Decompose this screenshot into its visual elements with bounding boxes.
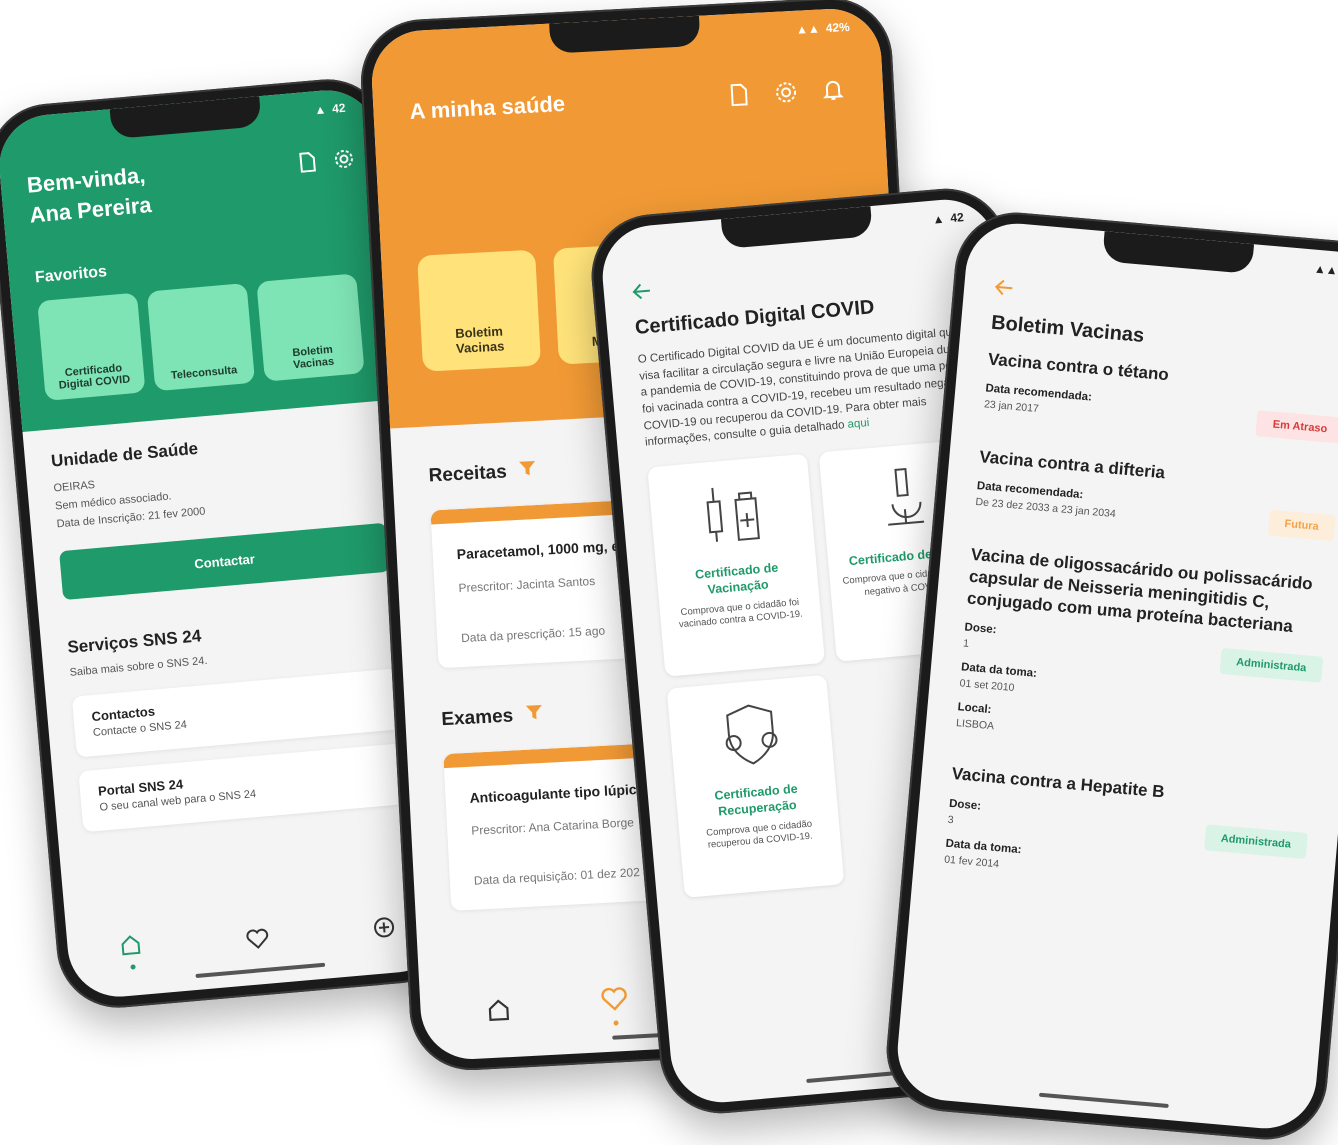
battery-label: 42 xyxy=(331,100,347,116)
status-bar: ▲ 42 xyxy=(932,210,964,227)
favorites-list: Certificado Digital COVID Teleconsulta B… xyxy=(37,273,372,402)
status-badge: Administrada xyxy=(1219,648,1324,684)
syringe-vial-icon xyxy=(699,487,770,555)
vaccination-certificate-card[interactable]: Certificado de Vacinação Comprova que o … xyxy=(647,453,825,677)
vaccine-screen: ▲▲42 Boletim Vacinas Vacina contra o tét… xyxy=(893,219,1338,1133)
contact-button[interactable]: Contactar xyxy=(59,523,391,601)
field-value: 3 xyxy=(947,813,955,826)
cert-desc: Comprova que o cidadão foi vacinado cont… xyxy=(678,596,804,631)
filter-icon[interactable] xyxy=(525,703,544,728)
contacts-card[interactable]: Contactos Contacte o SNS 24 xyxy=(71,667,404,758)
signal-icon: ▲ xyxy=(931,211,945,227)
nav-home[interactable] xyxy=(119,933,144,971)
battery-label: 42% xyxy=(825,19,851,36)
vaccine-item[interactable]: Vacina de oligossacárido ou polissacárid… xyxy=(956,544,1331,761)
bottom-nav xyxy=(67,906,449,975)
field-label: Data da toma: xyxy=(945,837,1022,856)
nav-heart[interactable] xyxy=(600,985,630,1026)
field-value: 1 xyxy=(962,637,970,651)
guide-link[interactable]: aqui xyxy=(847,417,870,431)
bell-icon[interactable] xyxy=(822,78,844,106)
vaccine-content: Boletim Vacinas Vacina contra o tétano D… xyxy=(914,219,1338,899)
field-value: LISBOA xyxy=(955,717,995,733)
home-header: Bem-vinda, Ana Pereira Favoritos Certific… xyxy=(0,86,402,433)
cert-name: Certificado de Vacinação xyxy=(694,560,779,597)
shield-virus-icon xyxy=(713,704,794,777)
phone-vaccine-bulletin: ▲▲42 Boletim Vacinas Vacina contra o tét… xyxy=(881,207,1338,1145)
status-badge: Em Atraso xyxy=(1255,410,1338,444)
prescriptions-title: Receitas xyxy=(428,461,508,487)
status-bar: ▲▲ 42% xyxy=(796,20,850,37)
field-label: Dose: xyxy=(963,621,997,637)
header-icons xyxy=(729,78,844,111)
battery-label: 42 xyxy=(949,210,965,226)
nav-heart[interactable] xyxy=(245,926,271,955)
field-value: 01 set 2010 xyxy=(959,677,1015,695)
gear-icon[interactable] xyxy=(775,81,798,109)
field-label: Local: xyxy=(957,701,992,717)
home-indicator xyxy=(1038,1092,1169,1109)
nav-home[interactable] xyxy=(486,997,511,1027)
vaccine-item[interactable]: Vacina contra a Hepatite B Dose: 3 Data … xyxy=(944,763,1312,896)
status-badge: Futura xyxy=(1267,509,1336,542)
recovery-certificate-card[interactable]: Certificado de Recuperação Comprova que … xyxy=(666,674,845,898)
filter-icon[interactable] xyxy=(518,459,537,484)
field-label: Dose: xyxy=(948,797,982,813)
document-icon[interactable] xyxy=(729,83,750,111)
document-icon[interactable] xyxy=(297,151,317,177)
signal-icon: ▲▲ xyxy=(1313,261,1338,278)
favorite-covid-certificate[interactable]: Certificado Digital COVID xyxy=(37,292,146,402)
portal-card[interactable]: Portal SNS 24 O seu canal web para o SNS… xyxy=(78,742,411,833)
favorite-vaccine-bulletin[interactable]: Boletim Vacinas xyxy=(256,273,365,383)
home-indicator xyxy=(195,962,326,979)
field-value: 01 fev 2014 xyxy=(943,853,1000,870)
signal-icon: ▲ xyxy=(313,102,327,118)
favorite-teleconsultation[interactable]: Teleconsulta xyxy=(146,283,256,392)
covid-description: O Certificado Digital COVID da UE é um d… xyxy=(637,325,978,449)
nav-add[interactable] xyxy=(372,915,396,944)
gear-icon[interactable] xyxy=(333,148,355,175)
status-bar: ▲ 42 xyxy=(314,101,346,118)
vaccine-item[interactable]: Vacina contra o tétano Data recomendada:… xyxy=(983,349,1338,444)
home-header-icons xyxy=(297,148,355,178)
cert-desc: Comprova que o cidadão recuperou da COVI… xyxy=(705,818,814,851)
vaccine-item[interactable]: Vacina contra a difteria Data recomendad… xyxy=(975,446,1338,542)
field-label: Data da toma: xyxy=(960,661,1038,681)
user-name: Ana Pereira xyxy=(28,191,153,228)
tile-vaccine-bulletin[interactable]: Boletim Vacinas xyxy=(417,249,542,372)
cert-name: Certificado de Recuperação xyxy=(713,781,799,819)
signal-icon: ▲▲ xyxy=(795,21,821,37)
status-badge: Administrada xyxy=(1203,823,1308,859)
home-content: Unidade de Saúde OEIRAS Sem médico assoc… xyxy=(23,399,439,856)
exams-title: Exames xyxy=(440,705,514,730)
